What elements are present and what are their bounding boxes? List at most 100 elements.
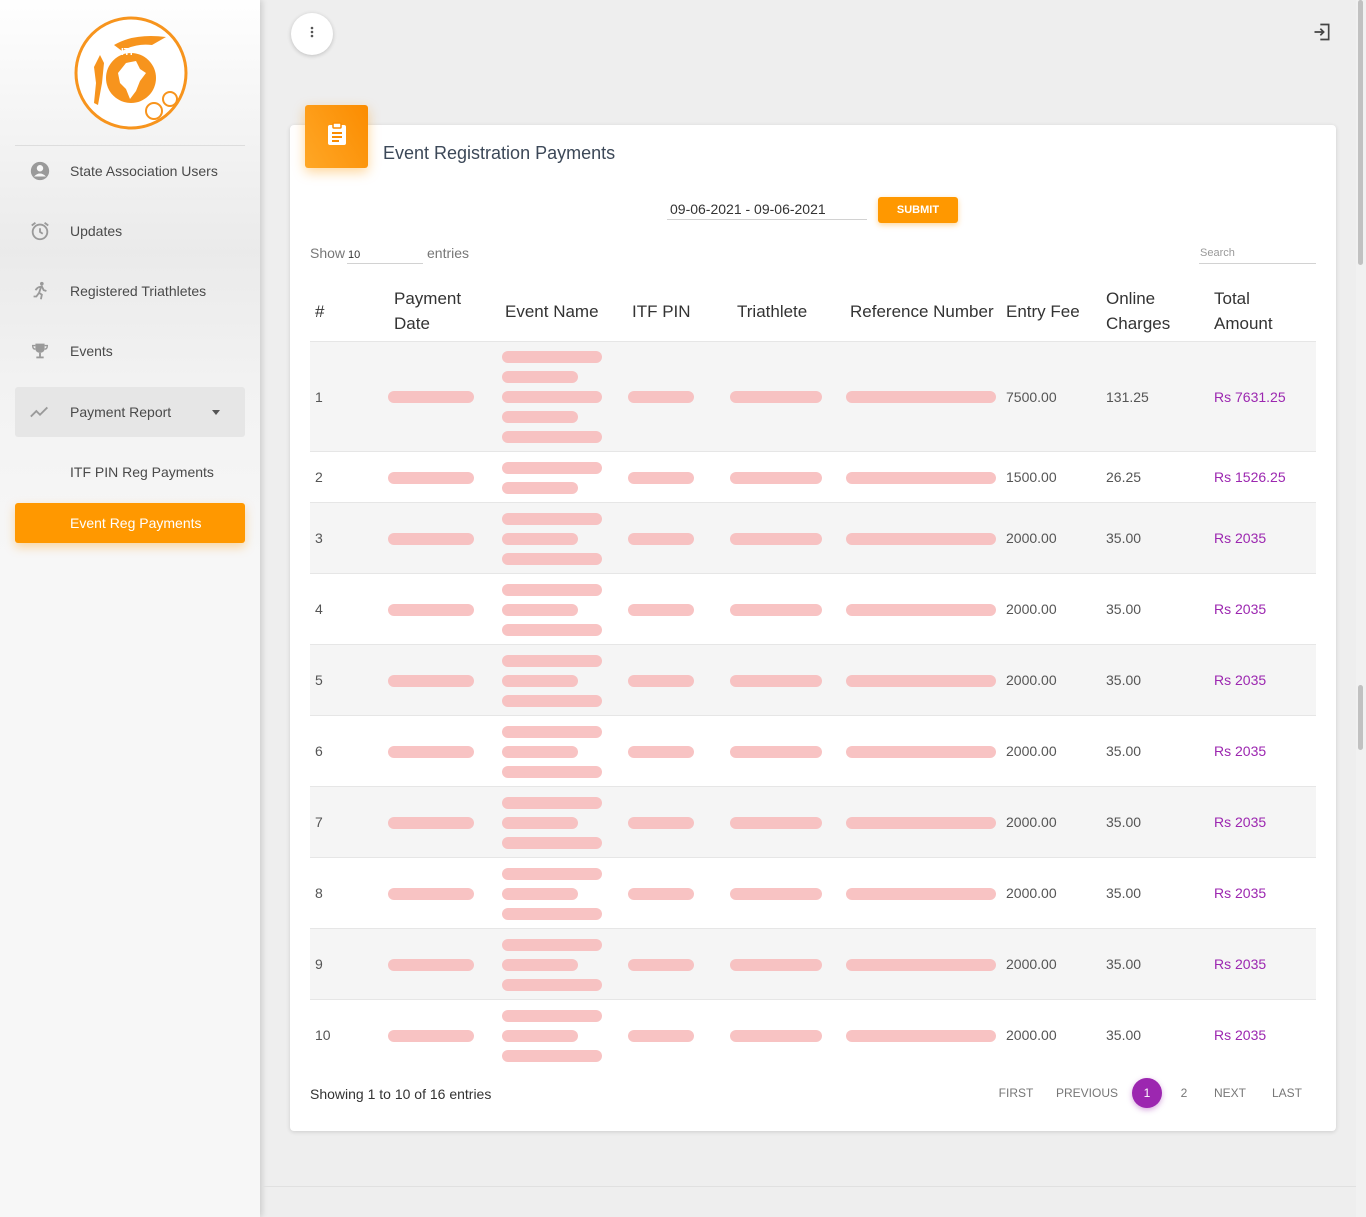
pagination-page-1[interactable]: 1	[1132, 1078, 1162, 1108]
cell-entry-fee: 2000.00	[1006, 530, 1057, 546]
sidebar-item-payment-report[interactable]: Payment Report	[15, 387, 245, 437]
cell-online-charges: 131.25	[1106, 388, 1149, 405]
redacted-reference-number	[846, 888, 996, 900]
redacted-event-name	[502, 1030, 578, 1042]
pagination-previous[interactable]: PREVIOUS	[1055, 1078, 1119, 1108]
sidebar-subitem-event-reg-payments[interactable]: Event Reg Payments	[15, 503, 245, 543]
sidebar-item-label: Events	[70, 343, 113, 359]
redacted-payment-date	[388, 817, 474, 829]
redacted-triathlete	[730, 959, 822, 971]
cell-total-amount: Rs 7631.25	[1214, 388, 1286, 405]
column-header-online-charges[interactable]: Online Charges	[1106, 281, 1186, 341]
redacted-event-name	[502, 411, 578, 423]
redacted-event-name	[502, 868, 602, 880]
pagination-first[interactable]: FIRST	[995, 1078, 1037, 1108]
redacted-payment-date	[388, 746, 474, 758]
search-input[interactable]: Search	[1199, 244, 1316, 264]
cell-entry-fee: 2000.00	[1006, 956, 1057, 972]
column-header-payment-date[interactable]: Payment Date	[394, 281, 484, 341]
column-header-triathlete[interactable]: Triathlete	[737, 281, 807, 341]
redacted-event-name	[502, 431, 602, 443]
redacted-triathlete	[730, 888, 822, 900]
trophy-icon	[28, 339, 52, 363]
table-row: 1 7500.00 131.25 Rs 7631.25	[310, 341, 1316, 451]
cell-online-charges: 35.00	[1106, 956, 1142, 972]
redacted-event-name	[502, 888, 578, 900]
column-header-total-amount[interactable]: Total Amount	[1214, 281, 1294, 341]
redacted-triathlete	[730, 675, 822, 687]
redacted-event-name	[502, 837, 602, 849]
column-header-itf-pin[interactable]: ITF PIN	[632, 281, 691, 341]
sidebar-subitem-itf-pin-reg-payments[interactable]: ITF PIN Reg Payments	[15, 452, 245, 492]
redacted-event-name	[502, 979, 602, 991]
sidebar: ITF State Association Users Updates Regi…	[0, 0, 260, 1217]
column-header-num[interactable]: #	[315, 281, 324, 341]
date-range-input[interactable]: 09-06-2021 - 09-06-2021	[667, 198, 867, 220]
sidebar-item-updates[interactable]: Updates	[15, 206, 245, 256]
logout-icon	[1312, 22, 1332, 47]
cell-num: 9	[315, 956, 323, 972]
cell-entry-fee: 2000.00	[1006, 885, 1057, 901]
redacted-triathlete	[730, 391, 822, 403]
redacted-payment-date	[388, 1030, 474, 1042]
sidebar-item-registered-triathletes[interactable]: Registered Triathletes	[15, 266, 245, 316]
cell-online-charges: 26.25	[1106, 469, 1142, 485]
page-size-select[interactable]: 10	[347, 245, 423, 264]
cell-total-amount: Rs 2035	[1214, 743, 1267, 759]
entries-label: entries	[427, 245, 470, 261]
sidebar-item-label: Updates	[70, 223, 123, 239]
redacted-itf-pin	[628, 817, 694, 829]
table-row: 4 2000.00 35.00 Rs 2035	[310, 573, 1316, 644]
table-info: Showing 1 to 10 of 16 entries	[310, 1086, 492, 1102]
redacted-event-name	[502, 584, 602, 596]
redacted-event-name	[502, 797, 602, 809]
redacted-payment-date	[388, 959, 474, 971]
sidebar-item-state-association-users[interactable]: State Association Users	[15, 146, 245, 196]
table-row: 10 2000.00 35.00 Rs 2035	[310, 999, 1316, 1070]
more-vert-icon	[310, 25, 314, 43]
redacted-event-name	[502, 462, 602, 474]
sidebar-item-label: State Association Users	[70, 163, 218, 179]
itf-logo[interactable]: ITF	[74, 15, 188, 131]
redacted-event-name	[502, 959, 578, 971]
sidebar-item-label: Payment Report	[70, 404, 172, 420]
sidebar-item-events[interactable]: Events	[15, 326, 245, 376]
scrollbar-thumb[interactable]	[1358, 0, 1363, 265]
redacted-itf-pin	[628, 472, 694, 484]
column-header-entry-fee[interactable]: Entry Fee	[1006, 281, 1080, 341]
cell-online-charges: 35.00	[1106, 885, 1142, 901]
redacted-event-name	[502, 675, 578, 687]
redacted-payment-date	[388, 675, 474, 687]
redacted-itf-pin	[628, 533, 694, 545]
cell-entry-fee: 2000.00	[1006, 1027, 1057, 1043]
cell-total-amount: Rs 2035	[1214, 601, 1267, 617]
logout-button[interactable]	[1311, 23, 1333, 45]
redacted-itf-pin	[628, 746, 694, 758]
redacted-triathlete	[730, 817, 822, 829]
cell-total-amount: Rs 1526.25	[1214, 469, 1286, 485]
cell-num: 7	[315, 814, 323, 830]
redacted-triathlete	[730, 1030, 822, 1042]
cell-num: 10	[315, 1027, 331, 1043]
table-row: 2 1500.00 26.25 Rs 1526.25	[310, 451, 1316, 502]
redacted-event-name	[502, 513, 602, 525]
redacted-event-name	[502, 533, 578, 545]
submit-button[interactable]: SUBMIT	[878, 197, 958, 223]
redacted-event-name	[502, 817, 578, 829]
page-title: Event Registration Payments	[383, 143, 616, 163]
cell-online-charges: 35.00	[1106, 1027, 1142, 1043]
redacted-event-name	[502, 908, 602, 920]
redacted-triathlete	[730, 533, 822, 545]
pagination-page-2[interactable]: 2	[1172, 1078, 1196, 1108]
cell-online-charges: 35.00	[1106, 672, 1142, 688]
cell-online-charges: 35.00	[1106, 743, 1142, 759]
table-scrollbar-thumb[interactable]	[1358, 685, 1363, 750]
redacted-event-name	[502, 371, 578, 383]
redacted-triathlete	[730, 604, 822, 616]
column-header-event-name[interactable]: Event Name	[505, 281, 599, 341]
pagination-next[interactable]: NEXT	[1210, 1078, 1250, 1108]
column-header-reference-number[interactable]: Reference Number	[850, 281, 994, 341]
pagination-last[interactable]: LAST	[1268, 1078, 1306, 1108]
cell-total-amount: Rs 2035	[1214, 956, 1267, 972]
sidebar-toggle-button[interactable]	[291, 13, 333, 55]
